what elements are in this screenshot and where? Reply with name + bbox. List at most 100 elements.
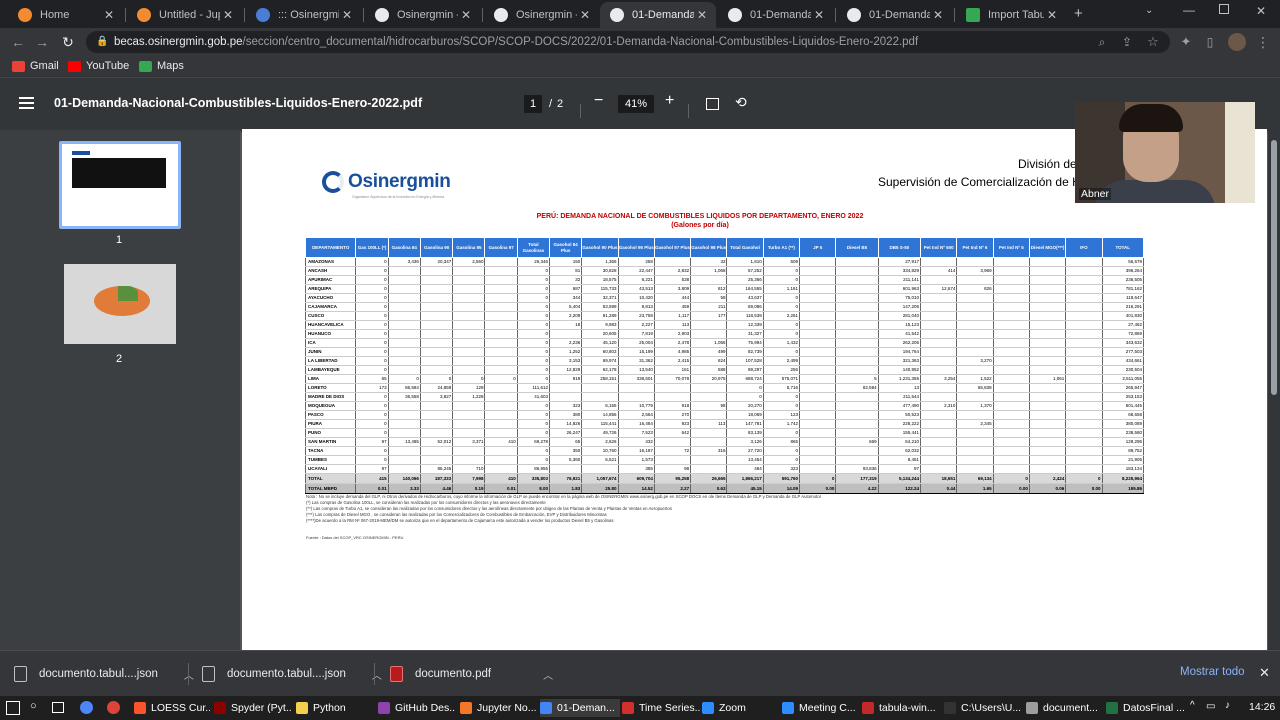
zoom-in-icon[interactable]: + [665, 92, 674, 110]
tab-demanda-2[interactable]: 01-Demanda-N ✕ [718, 2, 833, 28]
page-1-thumbnail [62, 144, 178, 226]
tab-search-chevron-icon[interactable]: ⌄ [1145, 5, 1153, 16]
tab-demanda-active[interactable]: 01-Demanda-N ✕ [600, 2, 716, 28]
taskbar-app[interactable]: Time Series... [622, 699, 700, 717]
taskbar-app[interactable]: Meeting C... [782, 699, 860, 717]
browser-menu-icon[interactable]: ⋮ [1253, 32, 1273, 52]
download-item[interactable]: documento.pdf ︿ [390, 664, 553, 684]
bookmark-star-icon[interactable]: ☆ [1143, 32, 1163, 52]
thumbnail-page-1-selected[interactable] [59, 141, 181, 229]
value-cell: 344 [549, 293, 583, 303]
vertical-scrollbar[interactable] [1268, 130, 1280, 650]
value-cell: 0 [763, 329, 801, 339]
window-close-icon[interactable]: ✕ [1256, 4, 1266, 18]
close-icon[interactable]: ✕ [1044, 8, 1060, 22]
value-cell: 609,704 [618, 473, 655, 484]
value-cell [1029, 266, 1067, 276]
taskbar-app[interactable]: Jupyter No... [460, 699, 538, 717]
bookmark-maps[interactable]: Maps [139, 60, 184, 72]
video-call-overlay[interactable]: Abner [1075, 102, 1255, 203]
taskbar-app[interactable]: DatosFinal ... [1106, 699, 1186, 717]
tab-import-tabula[interactable]: Import Tabula ✕ [956, 2, 1066, 28]
minimize-icon[interactable]: — [1183, 3, 1195, 17]
close-icon[interactable]: ✕ [101, 8, 117, 22]
close-icon[interactable]: ✕ [339, 8, 355, 22]
value-cell [835, 320, 879, 330]
tab-osinergmin-1[interactable]: ::: Osinergmin ✕ [246, 2, 361, 28]
forward-arrow-icon[interactable]: → [32, 32, 52, 52]
taskbar-app[interactable]: Zoom [702, 699, 778, 717]
show-all-link[interactable]: Mostrar todo [1180, 666, 1245, 678]
department-cell: TUMBES [304, 455, 357, 465]
tab-jupyter-untitled[interactable]: Untitled - Jupyter ✕ [127, 2, 242, 28]
value-cell [1029, 293, 1067, 303]
bookmark-gmail[interactable]: Gmail [12, 60, 59, 72]
page-number-input[interactable]: 1 [524, 95, 542, 113]
table-row: APURIMAC 0 0 32 18,575 6,221 538 25,366 0 211,141… [304, 275, 1145, 285]
tab-osinergmin-3[interactable]: Osinergmin - S ✕ [484, 2, 599, 28]
edge-icon[interactable] [80, 701, 93, 714]
clock[interactable]: 14:26 [1249, 701, 1275, 713]
tab-demanda-3[interactable]: 01-Demanda-N ✕ [837, 2, 952, 28]
start-icon[interactable] [6, 701, 20, 715]
taskbar-app[interactable]: Spyder (Pyt... [214, 699, 292, 717]
system-tray-chevron-icon[interactable]: ^ [1190, 700, 1195, 711]
value-cell [452, 455, 486, 465]
value-cell: 228,222 [878, 419, 922, 429]
new-tab-icon[interactable]: + [1074, 5, 1083, 22]
volume-icon[interactable]: ♪ [1225, 700, 1230, 711]
taskbar-app[interactable]: 01-Deman... [540, 699, 620, 717]
zoom-icon[interactable]: ⌕ [1092, 32, 1112, 52]
value-cell [1029, 464, 1067, 474]
side-panel-icon[interactable]: ▯ [1200, 32, 1220, 52]
taskbar-app[interactable]: LOESS Cur... [134, 699, 210, 717]
reload-icon[interactable]: ↻ [58, 32, 78, 52]
zoom-out-icon[interactable]: − [594, 92, 603, 110]
tab-home[interactable]: Home ✕ [8, 2, 123, 28]
search-icon[interactable]: ○ [30, 700, 37, 712]
value-cell: 2,560 [452, 257, 486, 267]
bookmark-youtube[interactable]: YouTube [68, 60, 129, 72]
close-icon[interactable]: ✕ [577, 8, 593, 22]
taskbar-app[interactable]: C:\Users\U... [944, 699, 1024, 717]
close-icon[interactable]: ✕ [458, 8, 474, 22]
hamburger-menu-icon[interactable] [19, 97, 34, 109]
address-bar[interactable]: 🔒 becas.osinergmin.gob.pe/seccion/centro… [86, 31, 1170, 53]
value-cell [1065, 275, 1103, 285]
taskbar-app[interactable]: tabula-win... [862, 699, 942, 717]
taskbar-app[interactable]: GitHub Des... [378, 699, 456, 717]
rotate-icon[interactable]: ⟲ [735, 93, 747, 111]
download-item[interactable]: documento.tabul....json ︿ [202, 664, 382, 684]
value-cell: 0 [517, 320, 551, 330]
task-view-icon[interactable] [52, 702, 64, 713]
zoom-level-input[interactable]: 41% [618, 95, 654, 113]
chevron-up-icon[interactable]: ︿ [543, 667, 553, 682]
app-icon [378, 702, 390, 714]
value-cell [654, 437, 692, 447]
thumbnail-page-2[interactable] [64, 264, 176, 344]
value-cell: 128,295 [1102, 437, 1145, 447]
department-cell: LORETO [304, 383, 357, 393]
extensions-icon[interactable]: ✦ [1176, 32, 1196, 52]
value-cell [1029, 401, 1067, 411]
close-icon[interactable]: ✕ [220, 8, 236, 22]
value-cell: 335,803 [517, 473, 551, 484]
back-arrow-icon[interactable]: ← [8, 32, 28, 52]
close-icon[interactable]: ✕ [811, 8, 827, 22]
share-icon[interactable]: ⇪ [1117, 32, 1137, 52]
fit-page-icon[interactable] [706, 98, 719, 110]
download-item[interactable]: documento.tabul....json ︿ [14, 664, 194, 684]
scrollbar-thumb[interactable] [1271, 140, 1277, 395]
close-download-bar-icon[interactable]: ✕ [1259, 665, 1270, 681]
network-icon[interactable]: ▭ [1206, 701, 1215, 712]
taskbar-app[interactable]: document... [1026, 699, 1104, 717]
chrome-icon[interactable] [107, 701, 120, 714]
value-cell [1029, 383, 1067, 393]
restore-icon[interactable] [1219, 4, 1229, 14]
close-icon[interactable]: ✕ [930, 8, 946, 22]
value-cell [1029, 338, 1067, 348]
tab-osinergmin-2[interactable]: Osinergmin - S ✕ [365, 2, 480, 28]
close-icon[interactable]: ✕ [694, 8, 710, 22]
taskbar-app[interactable]: Python [296, 699, 374, 717]
profile-avatar[interactable] [1228, 33, 1246, 51]
